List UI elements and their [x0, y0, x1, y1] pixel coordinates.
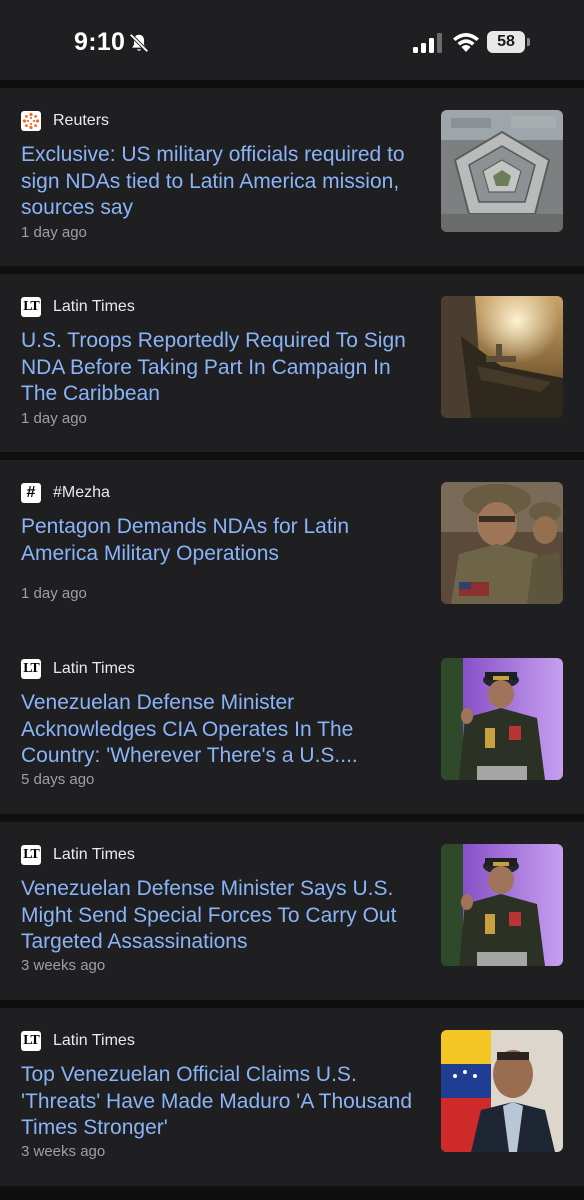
news-card[interactable]: LT Latin Times Venezuelan Defense Minist… [0, 636, 584, 814]
soldiers-photo[interactable] [441, 482, 563, 604]
article-headline[interactable]: U.S. Troops Reportedly Required To Sign … [21, 328, 423, 408]
article-time: 3 weeks ago [21, 1143, 106, 1160]
article-headline[interactable]: Pentagon Demands NDAs for Latin America … [21, 514, 423, 567]
card-source: Reuters [21, 110, 109, 132]
latin-times-logo-icon: LT [21, 845, 41, 865]
warship-at-sea-photo[interactable] [441, 296, 563, 418]
article-time: 5 days ago [21, 771, 95, 788]
news-card[interactable]: # #Mezha Pentagon Demands NDAs for Latin… [0, 460, 584, 638]
source-name: Latin Times [53, 1032, 135, 1049]
article-time: 3 weeks ago [21, 957, 106, 974]
status-bar: 9:10 58 [0, 0, 584, 80]
cellular-signal-icon [413, 33, 442, 53]
article-time: 1 day ago [21, 410, 87, 427]
latin-times-logo-icon: LT [21, 1031, 41, 1051]
article-time: 1 day ago [21, 585, 87, 602]
reuters-logo-icon [21, 111, 41, 131]
card-source: LT Latin Times [21, 296, 135, 318]
defense-minister-speaking-photo[interactable] [441, 658, 563, 780]
article-time: 1 day ago [21, 224, 87, 241]
latin-times-logo-icon: LT [21, 659, 41, 679]
article-headline[interactable]: Top Venezuelan Official Claims U.S. 'Thr… [21, 1062, 423, 1142]
article-headline[interactable]: Exclusive: US military officials require… [21, 142, 423, 222]
news-card[interactable]: LT Latin Times Venezuelan Defense Minist… [0, 822, 584, 1000]
pentagon-aerial-photo[interactable] [441, 110, 563, 232]
news-card[interactable]: LT Latin Times U.S. Troops Reportedly Re… [0, 274, 584, 452]
mezha-hash-logo-icon: # [21, 483, 41, 503]
source-name: #Mezha [53, 484, 110, 501]
card-source: LT Latin Times [21, 658, 135, 680]
bell-off-icon [129, 33, 149, 53]
card-source: LT Latin Times [21, 844, 135, 866]
card-source: LT Latin Times [21, 1030, 135, 1052]
source-name: Reuters [53, 112, 110, 129]
status-time: 9:10 [74, 28, 126, 56]
source-name: Latin Times [53, 298, 135, 315]
battery-tip [527, 38, 530, 46]
article-headline[interactable]: Venezuelan Defense Minister Acknowledges… [21, 690, 423, 770]
news-card[interactable]: LT Latin Times Top Venezuelan Official C… [0, 1008, 584, 1186]
latin-times-logo-icon: LT [21, 297, 41, 317]
source-name: Latin Times [53, 846, 135, 863]
card-source: # #Mezha [21, 482, 110, 504]
official-with-flag-photo[interactable] [441, 1030, 563, 1152]
wifi-icon [453, 33, 479, 52]
source-name: Latin Times [53, 660, 135, 677]
news-card[interactable]: Reuters Exclusive: US military officials… [0, 88, 584, 266]
defense-minister-speaking-photo[interactable] [441, 844, 563, 966]
article-headline[interactable]: Venezuelan Defense Minister Says U.S. Mi… [21, 876, 423, 956]
battery-icon: 58 [487, 31, 525, 53]
